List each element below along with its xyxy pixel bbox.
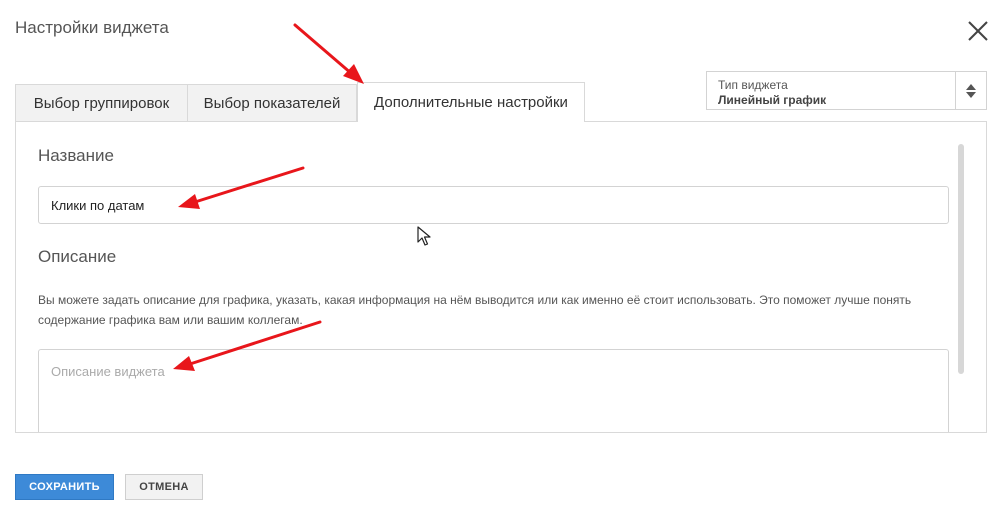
description-help-text: Вы можете задать описание для графика, у… — [38, 293, 912, 327]
widget-description-textarea[interactable]: Описание виджета — [38, 349, 949, 432]
panel-scrollbar[interactable] — [958, 144, 964, 374]
tab-label: Дополнительные настройки — [374, 94, 568, 111]
widget-name-value: Клики по датам — [51, 197, 145, 213]
tab-grouping[interactable]: Выбор группировок — [15, 84, 188, 121]
select-divider — [955, 72, 956, 109]
close-button[interactable] — [964, 17, 992, 45]
close-icon — [968, 21, 988, 41]
save-button[interactable]: СОХРАНИТЬ — [15, 474, 114, 500]
description-placeholder: Описание виджета — [51, 364, 165, 379]
settings-panel: Название Клики по датам Описание Вы може… — [15, 121, 987, 433]
mouse-cursor-icon — [417, 226, 431, 246]
description-section-title: Описание — [38, 247, 117, 266]
tab-metrics[interactable]: Выбор показателей — [187, 84, 357, 121]
widget-type-select[interactable]: Тип виджета Линейный график — [706, 71, 987, 110]
widget-type-value: Линейный график — [718, 93, 827, 107]
tab-label: Выбор группировок — [33, 94, 170, 112]
dialog-title: Настройки виджета — [15, 18, 169, 37]
annotation-arrow-icon — [293, 23, 364, 84]
widget-type-label: Тип виджета — [718, 78, 788, 92]
sort-arrows-icon — [966, 84, 976, 98]
tab-additional-settings[interactable]: Дополнительные настройки — [357, 82, 585, 122]
tab-label: Выбор показателей — [203, 94, 341, 112]
cancel-button[interactable]: ОТМЕНА — [125, 474, 203, 500]
widget-name-input[interactable]: Клики по датам — [38, 186, 949, 224]
name-section-title: Название — [38, 146, 114, 165]
